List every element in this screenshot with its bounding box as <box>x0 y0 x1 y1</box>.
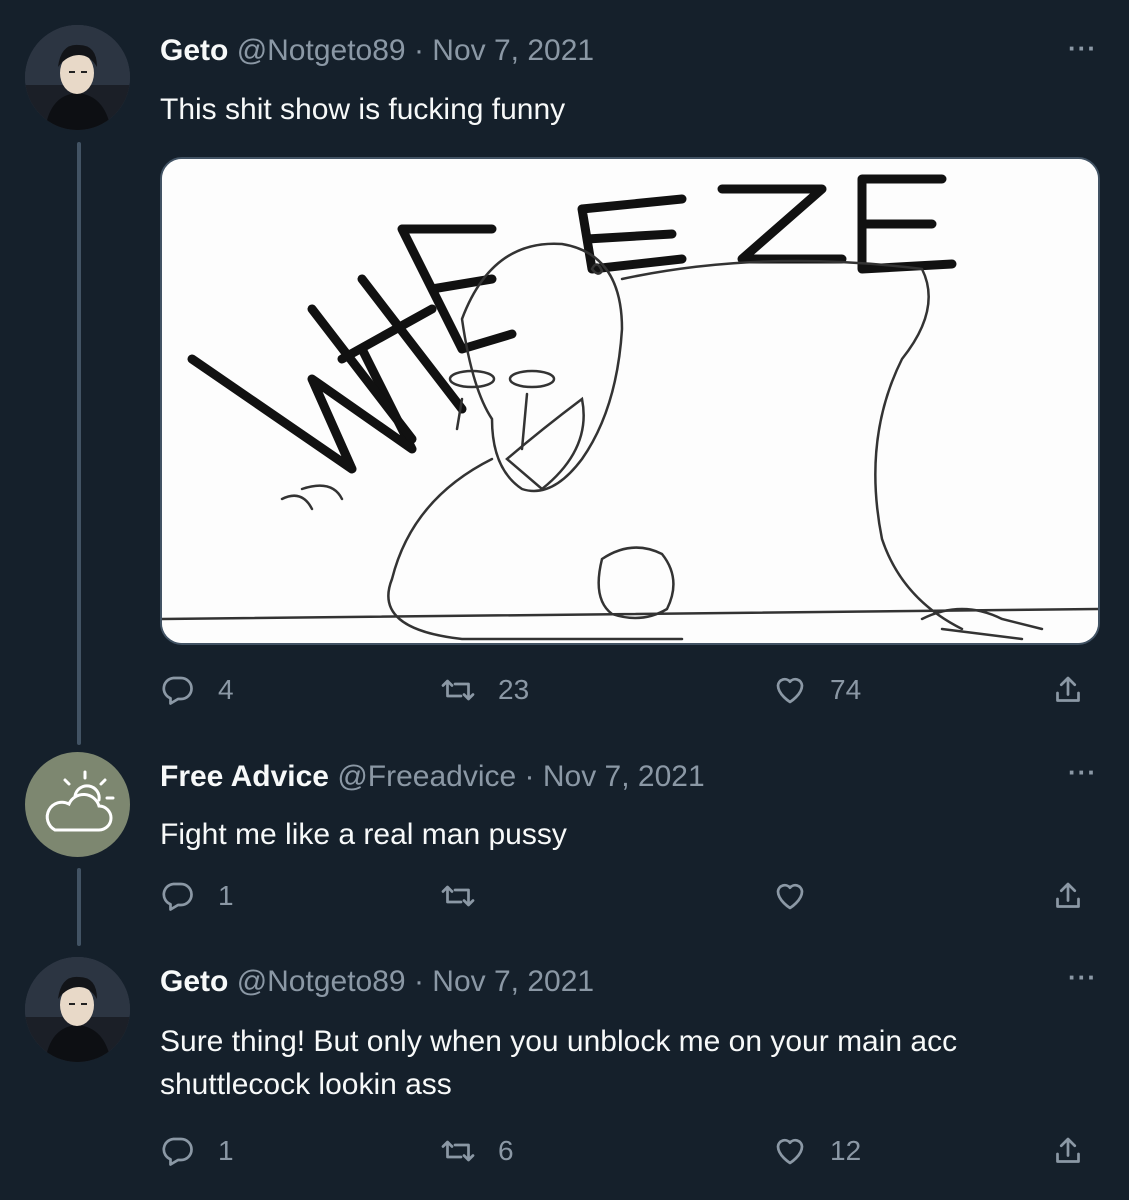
avatar-image <box>25 957 130 1062</box>
retweet-icon <box>441 885 475 907</box>
share-icon <box>1056 676 1080 702</box>
display-name[interactable]: Free Advice <box>160 760 329 793</box>
retweet-button[interactable] <box>440 878 498 914</box>
tweet-text: Sure thing! But only when you unblock me… <box>160 1020 957 1106</box>
tweet-media-image[interactable] <box>160 157 1100 645</box>
share-icon <box>1056 1137 1080 1163</box>
retweet-icon <box>441 679 475 701</box>
tweet-text-line: shuttlecock lookin ass <box>160 1068 452 1101</box>
like-button[interactable]: 12 <box>772 1133 861 1169</box>
tweet-actions: 1 6 12 <box>160 1133 1100 1183</box>
avatar-free-advice[interactable] <box>25 752 130 857</box>
tweet-3[interactable]: Geto @Notgeto89 · Nov 7, 2021 ··· Sure t… <box>0 955 1129 1200</box>
handle[interactable]: @Notgeto89 <box>237 34 406 67</box>
like-button[interactable]: 74 <box>772 672 861 708</box>
heart-icon <box>776 677 804 704</box>
tweet-header: Geto @Notgeto89 · Nov 7, 2021 <box>160 965 594 999</box>
retweet-button[interactable]: 23 <box>440 672 529 708</box>
timestamp[interactable]: Nov 7, 2021 <box>432 965 594 998</box>
display-name[interactable]: Geto <box>160 34 228 67</box>
thread-line <box>77 868 81 946</box>
share-icon <box>1056 882 1080 908</box>
reply-icon <box>162 882 193 911</box>
more-icon[interactable]: ··· <box>1068 33 1097 64</box>
wheeze-meme-drawing <box>162 159 1098 643</box>
thread-line <box>77 142 81 745</box>
separator: · <box>413 965 424 998</box>
tweet-actions: 4 23 74 <box>160 672 1100 722</box>
retweet-count: 6 <box>498 1135 514 1166</box>
avatar-geto[interactable] <box>25 957 130 1062</box>
tweet-text-line: Sure thing! But only when you unblock me… <box>160 1025 958 1058</box>
like-count: 74 <box>830 674 862 705</box>
share-button[interactable] <box>1050 1133 1086 1169</box>
separator: · <box>524 760 535 793</box>
reply-count: 1 <box>218 1135 234 1166</box>
like-button[interactable] <box>772 878 830 914</box>
timestamp[interactable]: Nov 7, 2021 <box>432 34 594 67</box>
tweet-header: Geto @Notgeto89 · Nov 7, 2021 <box>160 34 594 68</box>
timestamp[interactable]: Nov 7, 2021 <box>543 760 705 793</box>
reply-count: 4 <box>218 674 234 705</box>
more-icon[interactable]: ··· <box>1068 757 1097 788</box>
reply-button[interactable]: 1 <box>160 878 234 914</box>
tweet-text: This shit show is fucking funny <box>160 88 565 131</box>
handle[interactable]: @Freeadvice <box>337 760 516 793</box>
tweet-text-line: Fight me like a real man pussy <box>160 818 567 851</box>
share-button[interactable] <box>1050 878 1086 914</box>
reply-count: 1 <box>218 880 234 911</box>
reply-button[interactable]: 4 <box>160 672 234 708</box>
handle[interactable]: @Notgeto89 <box>237 965 406 998</box>
separator: · <box>413 34 424 67</box>
like-count: 12 <box>830 1135 862 1166</box>
sun-cloud-icon <box>45 770 115 832</box>
more-icon[interactable]: ··· <box>1068 962 1097 993</box>
reply-icon <box>162 676 193 705</box>
tweet-text-line: This shit show is fucking funny <box>160 93 566 126</box>
reply-icon <box>162 1137 193 1166</box>
share-button[interactable] <box>1050 672 1086 708</box>
tweet-1[interactable]: Geto @Notgeto89 · Nov 7, 2021 ··· This s… <box>0 0 1129 750</box>
avatar-geto[interactable] <box>25 25 130 130</box>
tweet-text: Fight me like a real man pussy <box>160 813 567 856</box>
heart-icon <box>776 1138 804 1165</box>
retweet-count: 23 <box>498 674 530 705</box>
display-name[interactable]: Geto <box>160 965 228 998</box>
tweet-2[interactable]: Free Advice @Freeadvice · Nov 7, 2021 ··… <box>0 750 1129 955</box>
retweet-button[interactable]: 6 <box>440 1133 514 1169</box>
heart-icon <box>776 883 804 910</box>
retweet-icon <box>441 1140 475 1162</box>
avatar-image <box>25 25 130 130</box>
tweet-header: Free Advice @Freeadvice · Nov 7, 2021 <box>160 760 705 794</box>
reply-button[interactable]: 1 <box>160 1133 234 1169</box>
tweet-actions: 1 <box>160 878 1100 928</box>
